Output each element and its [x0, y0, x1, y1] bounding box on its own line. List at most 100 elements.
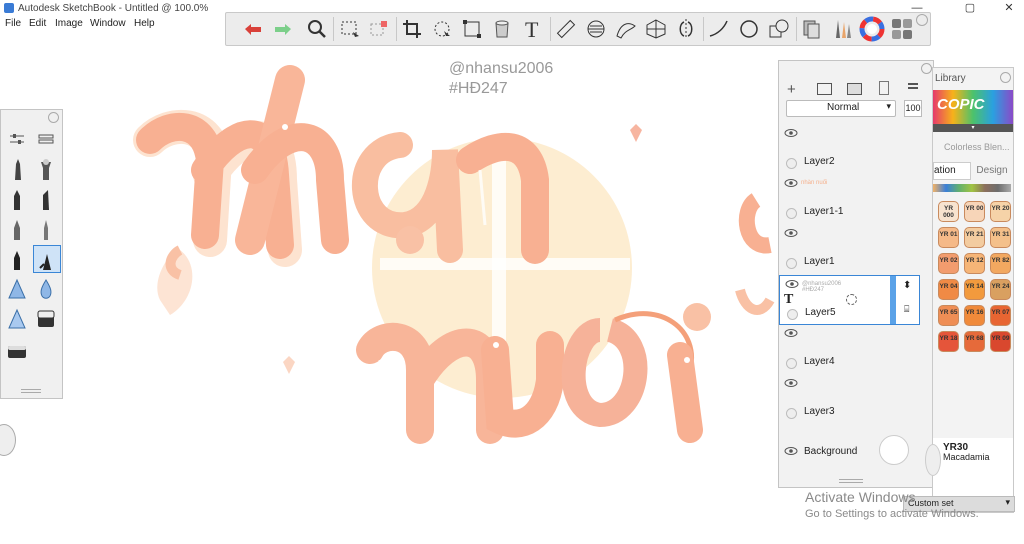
ink-pen-icon[interactable] — [4, 216, 30, 242]
brush-list-icon[interactable] — [33, 126, 59, 152]
banner-toggle[interactable]: ▾ — [933, 124, 1013, 132]
eye-icon[interactable] — [784, 328, 798, 338]
copic-swatch[interactable]: YR 09 — [990, 331, 1011, 352]
layer-opacity-bar[interactable] — [890, 276, 896, 324]
calligraphy-pen-icon[interactable] — [33, 245, 61, 273]
eraser-icon[interactable] — [33, 306, 59, 332]
symmetry-icon[interactable] — [673, 16, 699, 42]
layer-row[interactable]: Layer3 — [779, 375, 920, 426]
layer-list: Layer2 nhàn nuối Layer1-1 Layer1 T @nhan… — [779, 125, 920, 477]
colorless-blender-label[interactable]: Colorless Blen... — [944, 142, 1010, 152]
perspective-icon[interactable] — [643, 16, 669, 42]
color-wheel-icon[interactable] — [859, 16, 885, 42]
layer-lock-toggle[interactable] — [786, 358, 797, 369]
copic-swatch[interactable]: YR 18 — [938, 331, 959, 352]
layer-options-icon[interactable]: ⌸ — [904, 304, 909, 315]
copic-collapse-button[interactable] — [1000, 72, 1011, 83]
copic-swatch[interactable]: YR 04 — [938, 279, 959, 300]
layer-lock-toggle[interactable] — [786, 408, 797, 419]
ruler-icon[interactable] — [553, 16, 579, 42]
layer-move-icon[interactable]: ⬍ — [903, 280, 911, 291]
layers-resize-handle[interactable] — [839, 479, 863, 483]
select-lasso-icon[interactable] — [366, 16, 392, 42]
french-curve-icon[interactable] — [613, 16, 639, 42]
layer-lock-toggle[interactable] — [786, 208, 797, 219]
copic-swatch[interactable]: YR 000 — [938, 201, 959, 222]
copic-swatch[interactable]: YR 00 — [964, 201, 985, 222]
tab-variation[interactable]: ation — [933, 162, 971, 180]
blend-mode-dropdown[interactable]: Normal ▾ — [786, 100, 896, 117]
palette-collapse-button[interactable] — [48, 112, 59, 123]
background-color-swatch[interactable] — [879, 435, 909, 465]
copic-swatch[interactable]: YR 31 — [990, 227, 1011, 248]
curve-stroke-icon[interactable] — [706, 16, 732, 42]
fineliner-icon[interactable] — [33, 216, 59, 242]
copic-swatch[interactable]: YR 68 — [964, 331, 985, 352]
eye-icon[interactable] — [784, 228, 798, 238]
marker-brush-icon[interactable] — [4, 186, 30, 212]
layer-lock-toggle[interactable] — [786, 258, 797, 269]
undo-icon[interactable] — [240, 16, 266, 42]
airbrush-icon[interactable] — [33, 156, 59, 182]
brush-settings-icon[interactable] — [4, 126, 30, 152]
crop-icon[interactable] — [399, 16, 425, 42]
copic-swatch[interactable]: YR 02 — [938, 253, 959, 274]
copic-swatch[interactable]: YR 20 — [990, 201, 1011, 222]
hard-eraser-icon[interactable] — [4, 338, 30, 364]
select-rect-icon[interactable] — [337, 16, 363, 42]
layers-collapse-button[interactable] — [921, 63, 932, 74]
redo-icon[interactable] — [270, 16, 296, 42]
transform-icon[interactable] — [429, 16, 455, 42]
toolbar-collapse-button[interactable] — [916, 14, 928, 26]
add-image-icon[interactable] — [847, 83, 862, 95]
layer-menu-icon[interactable] — [908, 83, 918, 89]
add-layer-icon[interactable]: + — [787, 81, 796, 98]
brush-library-icon[interactable] — [829, 16, 855, 42]
color-family-strip[interactable] — [933, 184, 1011, 192]
pencil-brush-icon[interactable] — [4, 156, 30, 182]
circle-icon[interactable] — [736, 16, 762, 42]
text-icon[interactable]: T — [520, 16, 546, 42]
layer-row[interactable]: Layer4 — [779, 325, 920, 376]
layer-row[interactable]: Layer2 — [779, 125, 920, 176]
layer-row[interactable]: Layer1 — [779, 225, 920, 276]
fill-icon[interactable] — [489, 16, 515, 42]
palette-resize-handle[interactable] — [21, 389, 41, 393]
copic-swatch[interactable]: YR 12 — [964, 253, 985, 274]
chisel-marker-icon[interactable] — [33, 186, 59, 212]
smear-brush-icon[interactable] — [4, 306, 30, 332]
copic-swatch[interactable]: YR 07 — [990, 305, 1011, 326]
brush-grid-icon[interactable] — [889, 16, 915, 42]
layer-lock-toggle[interactable] — [787, 309, 798, 320]
triangle-brush-icon[interactable] — [4, 276, 30, 302]
eye-icon[interactable] — [784, 378, 798, 388]
copic-swatch[interactable]: YR 21 — [964, 227, 985, 248]
copic-swatch[interactable]: YR 01 — [938, 227, 959, 248]
layer-name: Layer3 — [804, 406, 835, 417]
layer-group-icon[interactable] — [817, 83, 832, 95]
copic-swatch[interactable]: YR 65 — [938, 305, 959, 326]
eye-icon[interactable] — [785, 279, 799, 289]
opacity-field[interactable]: 100 — [904, 100, 922, 117]
shape-icon[interactable] — [766, 16, 792, 42]
layer-clear-icon[interactable] — [879, 81, 889, 95]
layer-row-background[interactable]: Background — [779, 425, 920, 477]
layer-row[interactable]: nhàn nuối Layer1-1 — [779, 175, 920, 226]
brush-pen-icon[interactable] — [4, 246, 30, 272]
water-drop-icon[interactable] — [33, 276, 59, 302]
copic-library-icon[interactable] — [799, 16, 825, 42]
copic-swatch[interactable]: YR 14 — [964, 279, 985, 300]
eye-icon[interactable] — [784, 128, 798, 138]
layer-row-selected[interactable]: T @nhansu2006 #HĐ247 Layer5 ⬍ ⌸ — [779, 275, 920, 325]
copic-logo: COPIC — [937, 96, 985, 113]
layer-lock-toggle[interactable] — [786, 158, 797, 169]
tab-design[interactable]: Design — [973, 163, 1011, 179]
magnifier-icon[interactable] — [304, 16, 330, 42]
eye-icon[interactable] — [784, 178, 798, 188]
eye-icon[interactable] — [784, 446, 798, 456]
copic-swatch[interactable]: YR 24 — [990, 279, 1011, 300]
distort-icon[interactable] — [459, 16, 485, 42]
copic-swatch[interactable]: YR 16 — [964, 305, 985, 326]
ellipse-guide-icon[interactable] — [583, 16, 609, 42]
copic-swatch[interactable]: YR 82 — [990, 253, 1011, 274]
